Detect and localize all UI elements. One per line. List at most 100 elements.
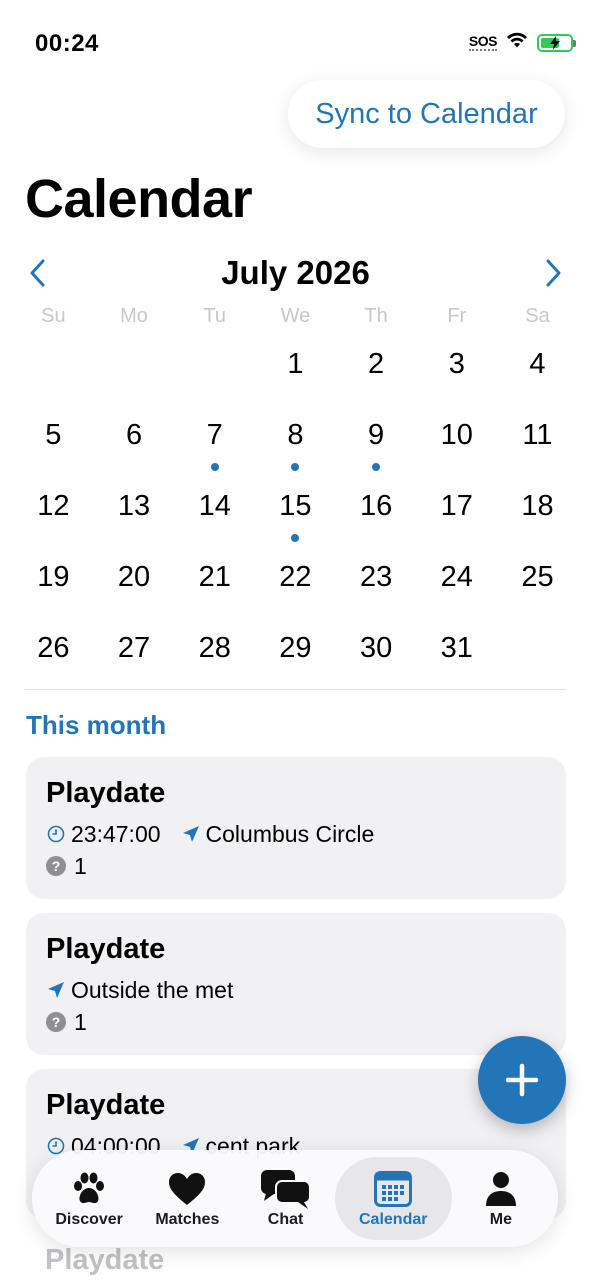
- event-time: 23:47:00: [71, 820, 161, 847]
- weekday-label: We: [280, 305, 311, 327]
- tab-discover[interactable]: Discover: [40, 1157, 138, 1240]
- calendar-day[interactable]: 8: [255, 401, 336, 472]
- calendar-day-number: 4: [529, 348, 546, 380]
- weekday-label: Mo: [120, 305, 148, 327]
- tab-me[interactable]: Me: [452, 1157, 550, 1240]
- event-title: Playdate: [45, 1244, 165, 1276]
- calendar-day[interactable]: 19: [13, 543, 94, 614]
- calendar-day-grid: 1 2 3 4 5 6 7 8 9 10 11 12 13 14 15 16 17 18 19 20 21 22 23 24 2…: [13, 330, 578, 685]
- next-month-button[interactable]: [539, 256, 569, 290]
- calendar-day-number: 31: [440, 632, 473, 664]
- location-arrow-icon: [181, 824, 201, 844]
- calendar-day[interactable]: 28: [174, 614, 255, 685]
- calendar-day[interactable]: 23: [336, 543, 417, 614]
- event-card[interactable]: Playdate Outside the met ? 1: [26, 913, 566, 1055]
- calendar-day[interactable]: 26: [13, 614, 94, 685]
- plus-icon: [505, 1063, 539, 1097]
- calendar-day-number: 21: [198, 561, 231, 593]
- calendar-day[interactable]: 18: [497, 472, 578, 543]
- calendar-day[interactable]: 25: [497, 543, 578, 614]
- calendar-day[interactable]: 24: [416, 543, 497, 614]
- location-arrow-icon: [46, 980, 66, 1000]
- calendar-day-number: 12: [37, 490, 70, 522]
- calendar-day-number: 17: [440, 490, 473, 522]
- section-title: This month: [26, 710, 167, 740]
- calendar-day-number: 9: [368, 419, 385, 451]
- event-count: 1: [74, 852, 87, 879]
- chat-bubbles-icon: [260, 1169, 312, 1209]
- event-indicator-dot: [210, 463, 219, 471]
- calendar-day-number: 1: [287, 348, 304, 380]
- tab-matches[interactable]: Matches: [138, 1157, 236, 1240]
- calendar-day-number: 13: [117, 490, 151, 522]
- weekday-label: Sa: [525, 305, 550, 327]
- calendar-day[interactable]: 3: [416, 330, 497, 401]
- calendar-day[interactable]: 14: [174, 472, 255, 543]
- status-time: 00:24: [35, 30, 99, 57]
- calendar-day[interactable]: 29: [255, 614, 336, 685]
- calendar-day-number: 6: [125, 419, 143, 451]
- question-mark-icon: ?: [46, 856, 66, 876]
- calendar-day[interactable]: 22: [255, 543, 336, 614]
- calendar-day-number: 7: [206, 419, 223, 451]
- tab-label: Discover: [55, 1210, 123, 1228]
- weekday-header: Su Mo Tu We Th Fr Sa: [13, 305, 578, 328]
- tab-chat[interactable]: Chat: [236, 1157, 334, 1240]
- calendar-day[interactable]: 11: [497, 401, 578, 472]
- event-title: Playdate: [46, 1089, 166, 1121]
- calendar-day[interactable]: 6: [94, 401, 175, 472]
- sync-to-calendar-button[interactable]: Sync to Calendar: [288, 80, 565, 148]
- add-event-button[interactable]: [478, 1036, 566, 1124]
- calendar-day[interactable]: 30: [336, 614, 417, 685]
- calendar-day-number: 23: [359, 561, 393, 593]
- calendar-day[interactable]: 20: [94, 543, 175, 614]
- event-title: Playdate: [46, 933, 166, 965]
- heart-icon: [168, 1169, 206, 1209]
- calendar-day[interactable]: 10: [416, 401, 497, 472]
- event-card[interactable]: Playdate 23:47:00 Columbus Circle ? 1: [26, 757, 566, 899]
- calendar-blank-cell: [94, 330, 175, 401]
- event-location: Columbus Circle: [205, 820, 375, 847]
- calendar-day[interactable]: 21: [174, 543, 255, 614]
- calendar-day-number: 19: [37, 561, 70, 593]
- calendar-day-number: 3: [448, 348, 465, 380]
- calendar-day[interactable]: 15: [255, 472, 336, 543]
- weekday-label: Fr: [447, 305, 467, 327]
- paw-icon: [70, 1169, 108, 1209]
- calendar-day-number: 29: [279, 632, 312, 664]
- calendar-day[interactable]: 7: [174, 401, 255, 472]
- calendar-day-number: 8: [287, 419, 304, 451]
- calendar-day[interactable]: 13: [94, 472, 175, 543]
- calendar-day-number: 18: [521, 490, 554, 522]
- event-indicator-dot: [291, 534, 300, 542]
- tab-label: Chat: [267, 1210, 304, 1228]
- tab-label: Matches: [155, 1210, 220, 1228]
- weekday-label: Th: [364, 305, 388, 327]
- sos-indicator: SOS: [468, 33, 498, 51]
- page-title: Calendar: [25, 169, 253, 229]
- calendar-day[interactable]: 31: [416, 614, 497, 685]
- calendar-blank-cell: [174, 330, 255, 401]
- calendar-day[interactable]: 5: [13, 401, 94, 472]
- wifi-icon: [505, 31, 529, 54]
- battery-icon: [537, 33, 576, 52]
- tab-calendar[interactable]: Calendar: [334, 1157, 452, 1240]
- month-label: July 2026: [221, 254, 370, 291]
- event-location: Outside the met: [71, 976, 234, 1003]
- tab-label: Calendar: [359, 1210, 428, 1228]
- calendar-day[interactable]: 4: [497, 330, 578, 401]
- weekday-label: Su: [41, 305, 66, 327]
- calendar-day[interactable]: 17: [416, 472, 497, 543]
- calendar-day-number: 11: [522, 419, 553, 451]
- calendar-day[interactable]: 9: [336, 401, 417, 472]
- question-mark-icon: ?: [46, 1012, 66, 1032]
- calendar-day-number: 15: [279, 490, 312, 522]
- tab-label: Me: [489, 1210, 513, 1228]
- calendar-day-number: 10: [440, 419, 473, 451]
- calendar-day-number: 30: [359, 632, 393, 664]
- calendar-day[interactable]: 27: [94, 614, 175, 685]
- calendar-day[interactable]: 12: [13, 472, 94, 543]
- calendar-day[interactable]: 1: [255, 330, 336, 401]
- calendar-day[interactable]: 16: [336, 472, 417, 543]
- calendar-day[interactable]: 2: [336, 330, 417, 401]
